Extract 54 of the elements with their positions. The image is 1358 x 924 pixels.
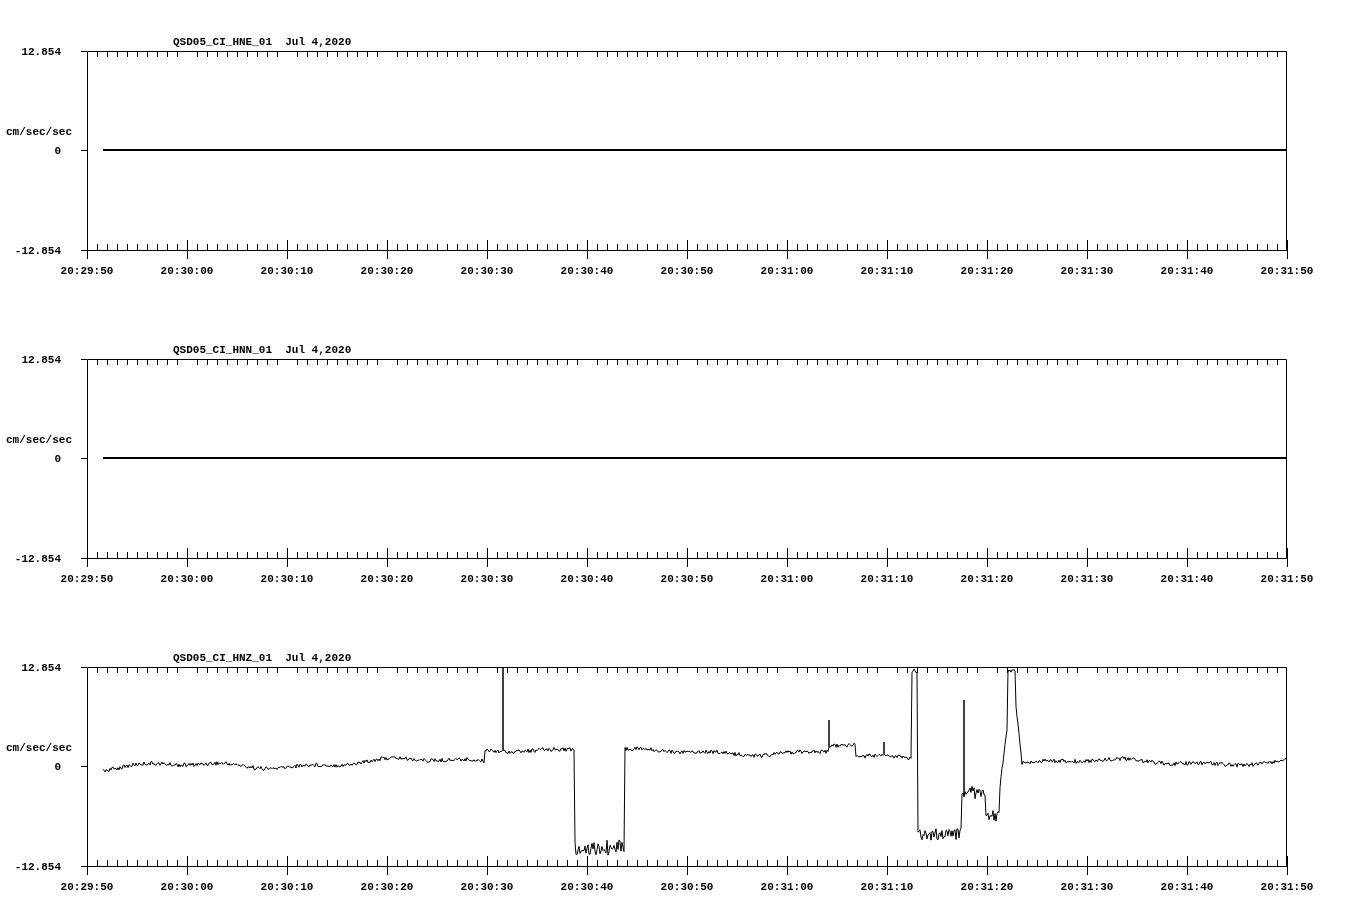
tick-label: 20:31:50 — [1260, 265, 1314, 277]
tick-label: 20:30:20 — [360, 573, 414, 585]
tick-label: 20:31:00 — [760, 881, 814, 893]
tick-label: 20:30:30 — [460, 881, 514, 893]
tick-label: 20:30:30 — [460, 265, 514, 277]
tick-label: 20:30:10 — [260, 265, 314, 277]
tick-label: 20:29:50 — [60, 265, 114, 277]
tick-label: 0 — [54, 145, 61, 157]
tick-label: 20:30:40 — [560, 881, 614, 893]
tick-label: 20:31:20 — [960, 265, 1014, 277]
tick-label: 12.854 — [21, 662, 61, 674]
tick-label: 20:30:50 — [660, 573, 714, 585]
tick-label: 20:31:00 — [760, 573, 814, 585]
tick-label: 20:31:30 — [1060, 573, 1114, 585]
axis-label: cm/sec/sec — [6, 126, 72, 138]
tick-label: -12.854 — [14, 861, 61, 873]
tick-label: 20:31:40 — [1160, 881, 1214, 893]
tick-label: 20:30:00 — [160, 265, 214, 277]
tick-label: 12.854 — [21, 354, 61, 366]
tick-label: 20:29:50 — [60, 573, 114, 585]
tick-label: 12.854 — [21, 46, 61, 58]
chart-title: QSD05_CI_HNZ_01 Jul 4,2020 — [173, 652, 352, 664]
tick-label: 0 — [54, 453, 61, 465]
tick-label: 20:30:40 — [560, 265, 614, 277]
tick-label: 20:30:20 — [360, 265, 414, 277]
tick-label: 20:31:50 — [1260, 573, 1314, 585]
tick-label: 20:31:10 — [860, 573, 914, 585]
tick-label: 20:31:20 — [960, 881, 1014, 893]
tick-label: 20:29:50 — [60, 881, 114, 893]
tick-label: 20:30:50 — [660, 881, 714, 893]
axis-label: cm/sec/sec — [6, 434, 72, 446]
tick-label: 20:31:50 — [1260, 881, 1314, 893]
tick-label: 20:30:40 — [560, 573, 614, 585]
tick-label: 20:30:50 — [660, 265, 714, 277]
chart-title: QSD05_CI_HNE_01 Jul 4,2020 — [173, 36, 352, 48]
tick-label: 20:31:30 — [1060, 265, 1114, 277]
axis-label: cm/sec/sec — [6, 742, 72, 754]
tick-label: -12.854 — [14, 553, 61, 565]
tick-label: 20:30:00 — [160, 881, 214, 893]
tick-label: -12.854 — [14, 245, 61, 257]
tick-label: 20:31:00 — [760, 265, 814, 277]
tick-label: 20:30:10 — [260, 881, 314, 893]
tick-label: 20:31:30 — [1060, 881, 1114, 893]
tick-label: 20:30:20 — [360, 881, 414, 893]
tick-label: 20:30:00 — [160, 573, 214, 585]
tick-label: 20:31:40 — [1160, 573, 1214, 585]
tick-label: 20:30:10 — [260, 573, 314, 585]
chart-title: QSD05_CI_HNN_01 Jul 4,2020 — [173, 344, 352, 356]
tick-label: 20:31:20 — [960, 573, 1014, 585]
tick-label: 20:31:40 — [1160, 265, 1214, 277]
tick-label: 20:31:10 — [860, 265, 914, 277]
tick-label: 0 — [54, 761, 61, 773]
tick-label: 20:30:30 — [460, 573, 514, 585]
tick-label: 20:31:10 — [860, 881, 914, 893]
